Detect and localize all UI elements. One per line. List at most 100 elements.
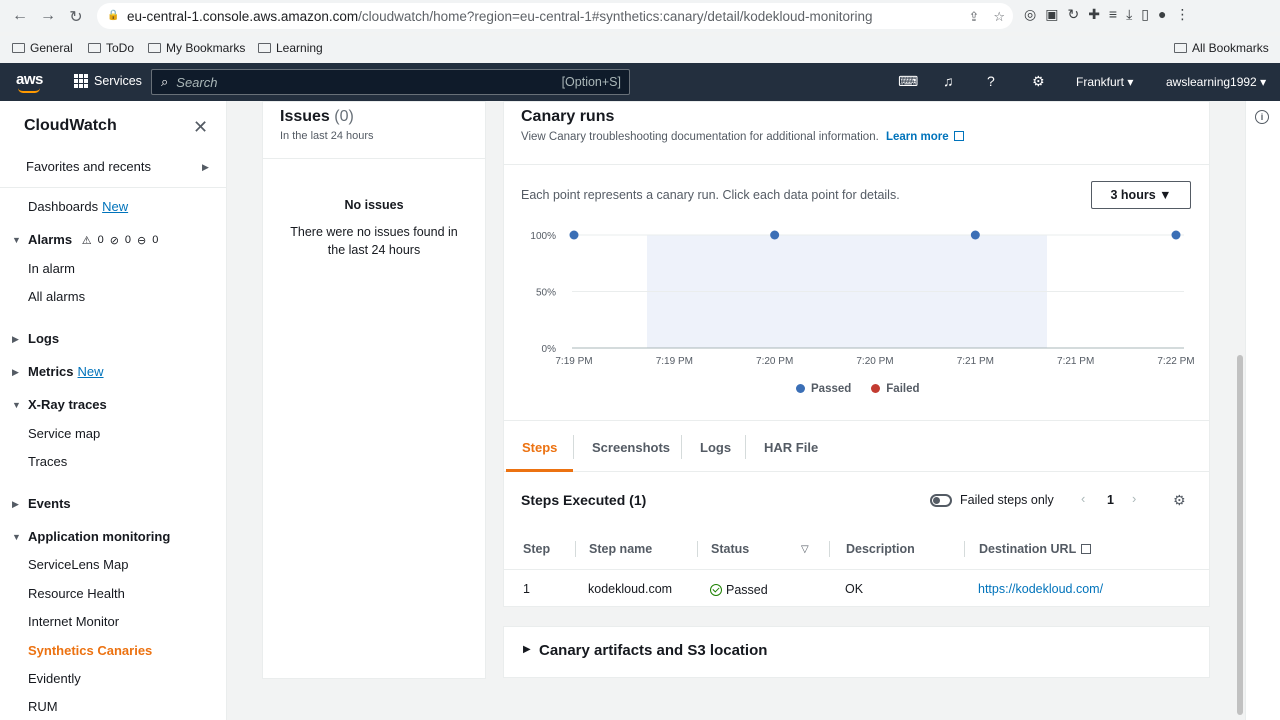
tabs: Steps Screenshots Logs HAR File <box>504 420 1209 472</box>
all-bookmarks[interactable]: All Bookmarks <box>1174 41 1269 55</box>
page-number[interactable]: 1 <box>1107 493 1114 507</box>
chevron-right-icon[interactable]: › <box>1132 491 1136 506</box>
info-icon[interactable]: i <box>1255 110 1269 124</box>
gear-icon[interactable]: ⚙ <box>1032 73 1045 90</box>
caret-right-icon[interactable]: ▶ <box>523 644 531 655</box>
legend-failed: Failed <box>871 383 920 395</box>
cell-destination-url[interactable]: https://kodekloud.com/ <box>978 582 1103 596</box>
extension-icon[interactable]: ◎ <box>1024 6 1036 23</box>
tab-screenshots[interactable]: Screenshots <box>592 440 670 455</box>
sidebar-item-evidently[interactable]: Evidently <box>28 671 81 686</box>
divider <box>504 569 1209 570</box>
sidebar-item-alarms[interactable]: Alarms ⚠ 0 ⊘ 0 ⊖ 0 <box>28 232 158 247</box>
sidebar-item-rum[interactable]: RUM <box>28 699 58 714</box>
sidebar-item-events[interactable]: Events <box>28 496 71 511</box>
puzzle-icon[interactable]: ✚ <box>1088 6 1100 23</box>
time-range-select[interactable]: 3 hours ▼ <box>1091 181 1191 209</box>
tab-separator <box>745 435 746 459</box>
services-menu[interactable]: Services <box>74 74 142 88</box>
avatar[interactable]: ● <box>1158 6 1166 23</box>
tab-har-file[interactable]: HAR File <box>764 440 818 455</box>
sidebar-item-dashboards[interactable]: Dashboards New <box>28 199 128 214</box>
sidepanel-icon[interactable]: ▯ <box>1141 6 1149 23</box>
issues-panel: Issues (0) In the last 24 hours No issue… <box>262 101 486 679</box>
x-tick-label: 7:21 PM <box>957 356 994 367</box>
caret-right-icon[interactable]: ▶ <box>12 334 19 345</box>
sidebar-item-in-alarm[interactable]: In alarm <box>28 261 75 276</box>
bookmark-my-bookmarks[interactable]: My Bookmarks <box>148 41 245 55</box>
browser-toolbar: ← → ↻ 🔒 eu-central-1.console.aws.amazon.… <box>0 0 1280 32</box>
artifacts-panel[interactable]: ▶ Canary artifacts and S3 location <box>503 626 1210 678</box>
data-point-passed[interactable] <box>770 230 780 240</box>
data-point-passed[interactable] <box>569 230 579 240</box>
caret-right-icon[interactable]: ▶ <box>12 367 19 378</box>
star-icon[interactable]: ☆ <box>993 9 1005 25</box>
learn-more-link[interactable]: Learn more <box>886 131 949 143</box>
sidebar-item-favorites[interactable]: Favorites and recents <box>26 159 151 174</box>
share-icon[interactable]: ⇪ <box>968 9 979 25</box>
reading-list-icon[interactable]: ≡ <box>1109 6 1117 23</box>
new-badge: New <box>77 364 104 379</box>
forward-icon[interactable]: → <box>34 7 62 25</box>
canary-runs-chart: 100%50%0%7:19 PM 7:19 PM 7:20 PM 7:20 PM 7:2… <box>530 230 1195 367</box>
sidebar-item-traces[interactable]: Traces <box>28 454 67 469</box>
cloudshell-icon[interactable]: ⌨ <box>898 73 918 90</box>
address-bar[interactable]: 🔒 eu-central-1.console.aws.amazon.com/cl… <box>97 3 1013 29</box>
bookmark-general[interactable]: General <box>12 41 73 55</box>
bookmark-learning[interactable]: Learning <box>258 41 323 55</box>
sidebar-item-logs[interactable]: Logs <box>28 331 59 346</box>
sidebar-item-internet-monitor[interactable]: Internet Monitor <box>28 614 119 629</box>
warning-icon: ⚠ <box>81 235 92 247</box>
reload-icon[interactable]: ↻ <box>62 7 90 27</box>
caret-down-icon[interactable]: ▼ <box>12 400 21 410</box>
failed-steps-toggle[interactable] <box>930 494 952 507</box>
sidebar-item-xray[interactable]: X-Ray traces <box>28 397 107 412</box>
menu-icon[interactable]: ⋮ <box>1175 6 1189 23</box>
dots-circle-icon: ⊖ <box>137 235 147 247</box>
gear-icon[interactable]: ⚙ <box>1173 492 1186 509</box>
data-point-passed[interactable] <box>970 230 980 240</box>
filter-icon[interactable]: ▽ <box>801 544 809 555</box>
sidebar-item-resource-health[interactable]: Resource Health <box>28 586 125 601</box>
sidebar-item-servicelens[interactable]: ServiceLens Map <box>28 557 128 572</box>
sidebar-item-all-alarms[interactable]: All alarms <box>28 289 85 304</box>
y-tick-label: 0% <box>542 344 557 355</box>
scrollbar[interactable] <box>1237 355 1243 715</box>
data-point-passed[interactable] <box>1171 230 1181 240</box>
search-shortcut: [Option+S] <box>561 75 621 89</box>
sidebar-item-app-monitoring[interactable]: Application monitoring <box>28 529 170 544</box>
tab-separator <box>681 435 682 459</box>
close-icon[interactable]: ✕ <box>193 117 208 138</box>
caret-right-icon[interactable]: ▶ <box>202 162 209 173</box>
back-icon[interactable]: ← <box>6 7 34 25</box>
download-icon[interactable]: ⤓ <box>1126 6 1132 23</box>
issues-title: Issues (0) <box>280 108 354 125</box>
region-selector[interactable]: Frankfurt ▾ <box>1076 75 1133 89</box>
search-input[interactable]: ⌕ Search [Option+S] <box>151 69 630 95</box>
chart-legend: Passed Failed <box>796 383 920 395</box>
extension-icon[interactable]: ↻ <box>1067 6 1079 23</box>
caret-down-icon[interactable]: ▼ <box>12 532 21 542</box>
sidebar-item-service-map[interactable]: Service map <box>28 426 100 441</box>
extension-icon[interactable]: ▣ <box>1045 6 1058 23</box>
tab-logs[interactable]: Logs <box>700 440 731 455</box>
column-status[interactable]: Status <box>711 542 749 556</box>
bell-icon[interactable]: ♫ <box>943 73 954 89</box>
caret-down-icon[interactable]: ▼ <box>12 235 21 245</box>
help-icon[interactable]: ? <box>987 73 995 89</box>
account-menu[interactable]: awslearning1992 ▾ <box>1166 75 1266 89</box>
url-host: eu-central-1.console.aws.amazon.com <box>127 8 359 24</box>
caret-right-icon[interactable]: ▶ <box>12 499 19 510</box>
chevron-left-icon[interactable]: ‹ <box>1081 491 1085 506</box>
sidebar-item-synthetics[interactable]: Synthetics Canaries <box>28 643 152 658</box>
issues-subtitle: In the last 24 hours <box>280 130 374 142</box>
active-tab-indicator <box>506 469 573 472</box>
x-tick-label: 7:22 PM <box>1157 356 1194 367</box>
tab-steps[interactable]: Steps <box>522 440 557 455</box>
aws-logo[interactable]: aws <box>16 71 43 93</box>
sidebar-item-metrics[interactable]: Metrics New <box>28 364 104 379</box>
artifacts-title[interactable]: Canary artifacts and S3 location <box>539 642 767 659</box>
cell-step: 1 <box>523 582 530 596</box>
bookmark-todo[interactable]: ToDo <box>88 41 134 55</box>
chart-description: Each point represents a canary run. Clic… <box>521 188 900 202</box>
